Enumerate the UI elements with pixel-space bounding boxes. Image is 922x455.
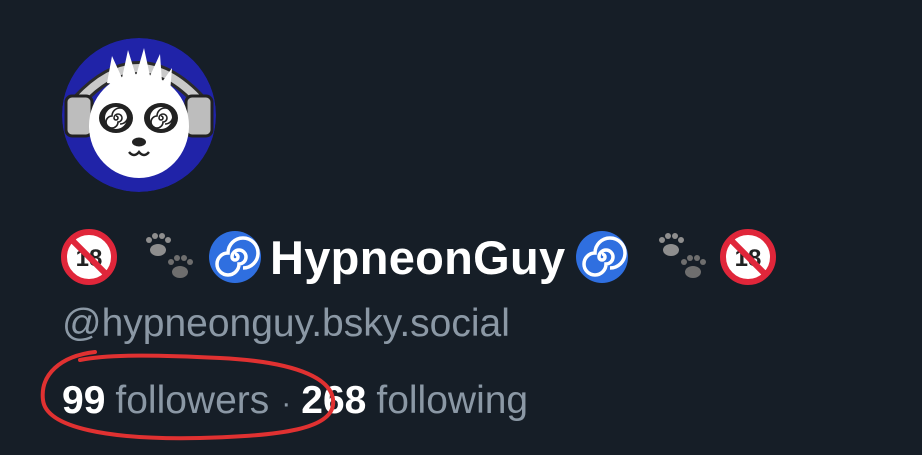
no-under-18-icon: 18 — [719, 228, 777, 286]
stats-separator: · — [281, 387, 292, 420]
cyclone-icon — [206, 228, 264, 286]
following-label: following — [376, 379, 529, 422]
paw-prints-icon — [653, 228, 711, 286]
followers-link[interactable]: 99 followers — [62, 374, 269, 428]
profile-avatar[interactable] — [62, 38, 216, 192]
followers-count: 99 — [62, 379, 106, 422]
profile-stats: 99 followers · 268 following — [62, 374, 528, 431]
no-under-18-icon: 18 — [60, 228, 118, 286]
display-name-row: 18 HypneonGuy — [60, 222, 777, 292]
display-name: HypneonGuy — [270, 230, 566, 284]
followers-label: followers — [115, 379, 270, 422]
cyclone-icon — [573, 228, 631, 286]
profile-handle: @hypneonguy.bsky.social — [62, 302, 510, 345]
following-count: 268 — [301, 379, 367, 422]
panda-avatar-icon — [62, 38, 216, 192]
following-link[interactable]: 268 following — [301, 374, 528, 428]
paw-prints-icon — [140, 228, 198, 286]
